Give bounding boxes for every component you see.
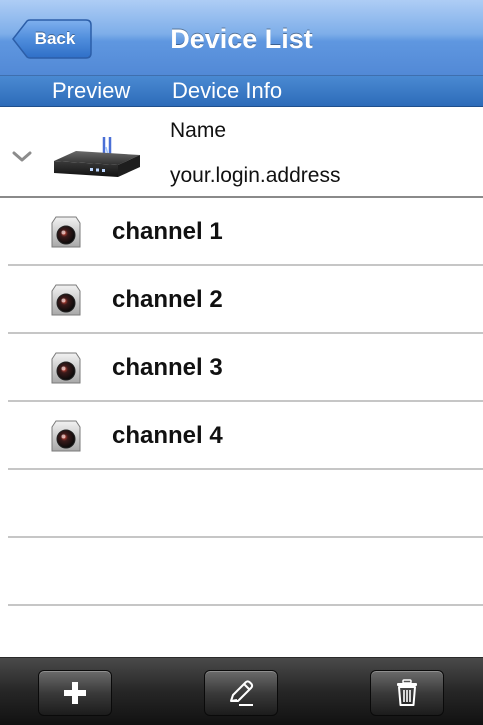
pencil-icon bbox=[230, 680, 254, 706]
trash-icon bbox=[397, 679, 417, 706]
nav-bar: Back Device List bbox=[0, 0, 483, 76]
device-row[interactable]: Name your.login.address bbox=[0, 107, 483, 198]
bottom-toolbar bbox=[0, 657, 483, 725]
segment-bar: Preview Device Info bbox=[0, 76, 483, 107]
channel-label: channel 3 bbox=[112, 354, 223, 381]
chevron-down-icon[interactable] bbox=[12, 151, 32, 163]
camera-icon bbox=[51, 216, 81, 248]
empty-row bbox=[0, 538, 483, 606]
tab-device-info[interactable]: Device Info bbox=[172, 76, 282, 106]
empty-row bbox=[0, 470, 483, 538]
dvr-device-icon bbox=[54, 137, 140, 177]
edit-button[interactable] bbox=[204, 670, 278, 716]
channel-row[interactable]: channel 2 bbox=[0, 266, 483, 334]
back-button-label: Back bbox=[34, 29, 76, 48]
plus-icon bbox=[64, 682, 86, 704]
channel-label: channel 2 bbox=[112, 286, 223, 313]
page-title: Device List bbox=[170, 24, 313, 54]
back-button[interactable]: Back bbox=[12, 19, 92, 59]
channel-row[interactable]: channel 4 bbox=[0, 402, 483, 470]
camera-icon bbox=[51, 420, 81, 452]
add-button[interactable] bbox=[38, 670, 112, 716]
camera-icon bbox=[51, 352, 81, 384]
camera-icon bbox=[51, 284, 81, 316]
channel-label: channel 1 bbox=[112, 218, 223, 245]
device-address: your.login.address bbox=[170, 164, 341, 187]
device-name: Name bbox=[170, 119, 227, 142]
tab-preview[interactable]: Preview bbox=[52, 76, 130, 106]
row-divider bbox=[8, 604, 483, 606]
delete-button[interactable] bbox=[370, 670, 444, 716]
channel-row[interactable]: channel 3 bbox=[0, 334, 483, 402]
channel-label: channel 4 bbox=[112, 422, 223, 449]
channel-row[interactable]: channel 1 bbox=[0, 198, 483, 266]
